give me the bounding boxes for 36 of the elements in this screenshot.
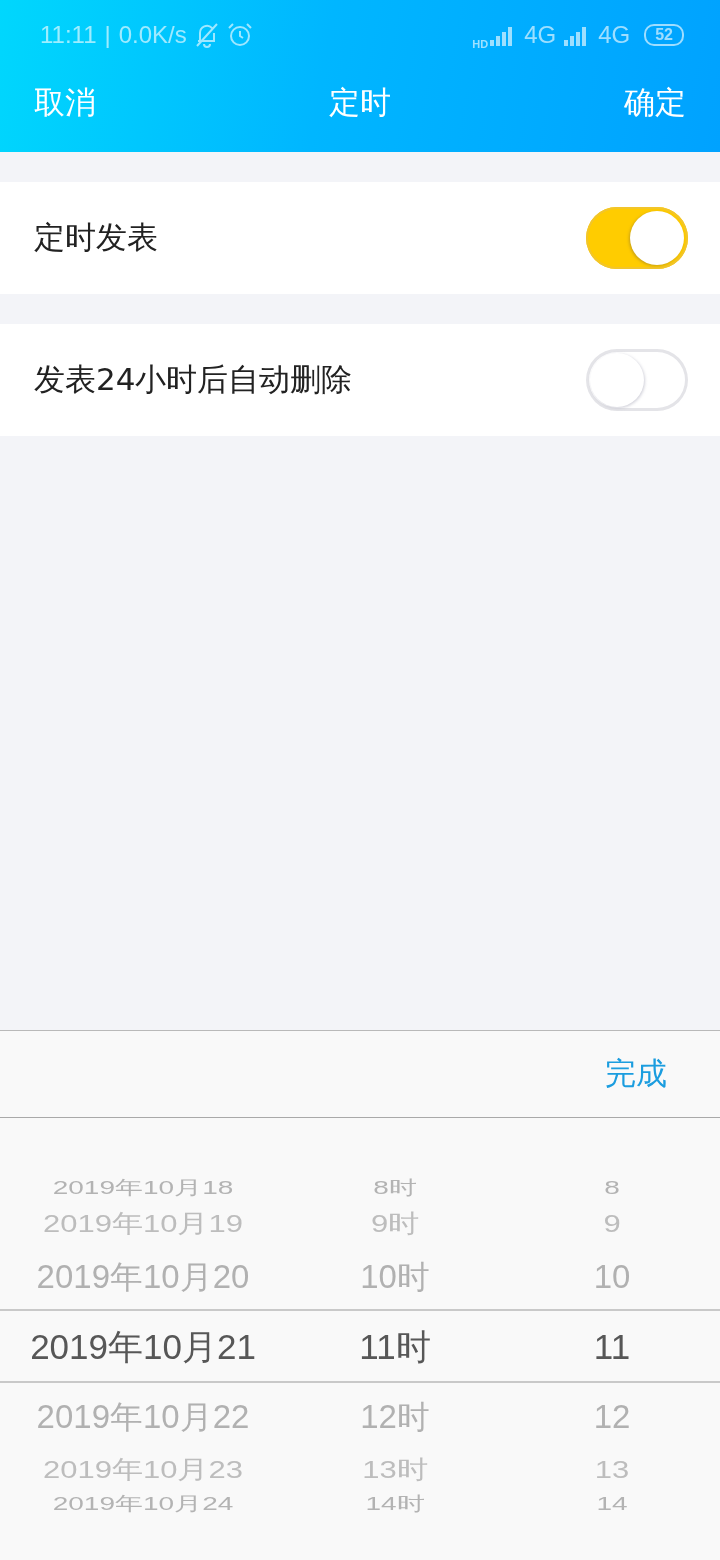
picker-item[interactable]: 2019年10月21: [30, 1328, 256, 1364]
picker-item[interactable]: 11时: [359, 1328, 431, 1364]
picker-item[interactable]: 2019年10月20: [36, 1259, 250, 1293]
picker-item[interactable]: 12时: [360, 1399, 430, 1433]
picker-item[interactable]: 13: [594, 1456, 630, 1482]
picker-item[interactable]: 2019年10月23: [43, 1456, 243, 1482]
confirm-button[interactable]: 确定: [624, 82, 686, 124]
network-speed: 0.0K/s: [118, 23, 187, 47]
picker-item[interactable]: 11: [593, 1328, 631, 1364]
picker-item[interactable]: 10时: [360, 1259, 430, 1293]
network-type: 4G: [524, 23, 557, 47]
done-button[interactable]: 完成: [605, 1053, 667, 1095]
setting-label: 发表24小时后自动删除: [34, 360, 353, 399]
picker-item[interactable]: 14时: [365, 1494, 425, 1514]
bell-off-icon: [194, 22, 219, 48]
picker-item[interactable]: 13时: [362, 1456, 428, 1482]
picker-item[interactable]: 8: [604, 1178, 620, 1198]
alarm-clock-icon: [226, 22, 253, 48]
picker-item[interactable]: 12: [593, 1399, 631, 1433]
hd-label: HD: [472, 38, 489, 50]
picker-item[interactable]: 2019年10月22: [36, 1399, 250, 1433]
picker-item[interactable]: 9: [603, 1210, 621, 1236]
page-title: 定时: [329, 83, 391, 122]
picker-item[interactable]: 10: [593, 1259, 631, 1293]
cancel-button[interactable]: 取消: [34, 82, 96, 124]
picker-item[interactable]: 14: [596, 1494, 628, 1514]
picker-item[interactable]: 9时: [370, 1210, 420, 1236]
picker-item[interactable]: 2019年10月19: [43, 1210, 243, 1236]
setting-label: 定时发表: [34, 218, 158, 257]
status-time: 11:11: [40, 23, 97, 47]
picker-item[interactable]: 8时: [373, 1178, 417, 1198]
picker-item[interactable]: 2019年10月18: [52, 1178, 234, 1198]
network-type: 4G: [598, 23, 631, 47]
battery-indicator: 52: [644, 24, 684, 46]
status-separator: |: [104, 23, 111, 47]
picker-item[interactable]: 2019年10月24: [52, 1494, 234, 1514]
